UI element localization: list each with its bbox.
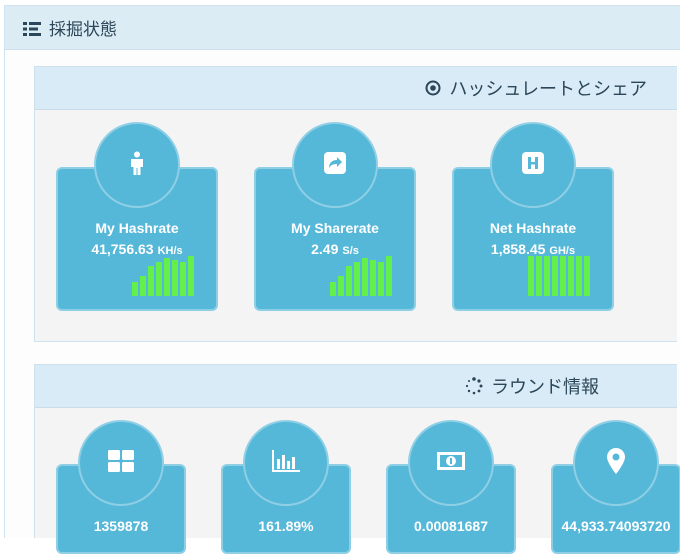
- card-label: Net Hashrate: [489, 220, 577, 236]
- sparkline-bar: [544, 256, 550, 296]
- sparkline-bar: [140, 276, 146, 296]
- grid-icon: [108, 450, 134, 476]
- card-value: 2.49 S/s: [311, 241, 359, 257]
- sparkline-bar: [576, 256, 582, 296]
- card-label: My Hashrate: [95, 220, 179, 236]
- sparkline-bar: [354, 262, 360, 296]
- sparkline-bar: [180, 262, 186, 296]
- h-square-icon-badge: [490, 122, 576, 208]
- sharerate-sparkline: [330, 256, 392, 296]
- grid-icon-badge: [78, 420, 164, 506]
- map-marker-icon: [607, 448, 625, 478]
- sparkline-bar: [378, 262, 384, 296]
- panel-title: 採掘状態: [49, 20, 117, 40]
- sparkline-bar: [164, 258, 170, 296]
- sparkline-bar: [370, 260, 376, 296]
- share-icon-badge: [292, 122, 378, 208]
- map-marker-icon-badge: [573, 420, 659, 506]
- sparkline-bar: [330, 282, 336, 296]
- sparkline-bar: [386, 256, 392, 296]
- bar-chart-icon-badge: [243, 420, 329, 506]
- bar-chart-icon: [272, 450, 300, 476]
- target-icon: [425, 80, 441, 96]
- sparkline-bar: [148, 266, 154, 296]
- round-section-header: ラウンド情報: [35, 365, 677, 408]
- panel-header: 採掘状態: [5, 6, 680, 50]
- money-icon: [436, 451, 466, 475]
- sparkline-bar: [584, 256, 590, 296]
- sparkline-bar: [568, 256, 574, 296]
- card-value: 44,933.74093720: [561, 518, 671, 534]
- h-square-icon: [521, 151, 545, 179]
- sparkline-bar: [172, 260, 178, 296]
- sparkline-bar: [536, 256, 542, 296]
- sparkline-bar: [338, 276, 344, 296]
- person-icon-badge: [94, 122, 180, 208]
- spinner-icon: [465, 377, 483, 395]
- card-value: 1,858.45 GH/s: [490, 241, 576, 257]
- card-value: 1359878: [93, 518, 149, 534]
- card-value: 0.00081687: [414, 518, 488, 534]
- sparkline-bar: [560, 256, 566, 296]
- sparkline-bar: [132, 282, 138, 296]
- sparkline-bar: [156, 262, 162, 296]
- round-section-title: ラウンド情報: [491, 377, 599, 398]
- money-icon-badge: [408, 420, 494, 506]
- sparkline-bar: [188, 256, 194, 296]
- hashrate-section-title: ハッシュレートとシェア: [449, 79, 647, 100]
- sparkline-bar: [528, 256, 534, 296]
- card-label: My Sharerate: [291, 220, 379, 236]
- list-icon: [23, 21, 41, 36]
- sparkline-bar: [346, 266, 352, 296]
- net-hashrate-sparkline: [528, 256, 590, 296]
- card-value: 41,756.63 KH/s: [91, 241, 183, 257]
- person-icon: [128, 151, 146, 179]
- card-value: 161.89%: [258, 518, 314, 534]
- share-icon: [323, 151, 347, 179]
- sparkline-bar: [362, 258, 368, 296]
- sparkline-bar: [552, 256, 558, 296]
- hashrate-section-header: ハッシュレートとシェア: [35, 67, 677, 110]
- hashrate-sparkline: [132, 256, 194, 296]
